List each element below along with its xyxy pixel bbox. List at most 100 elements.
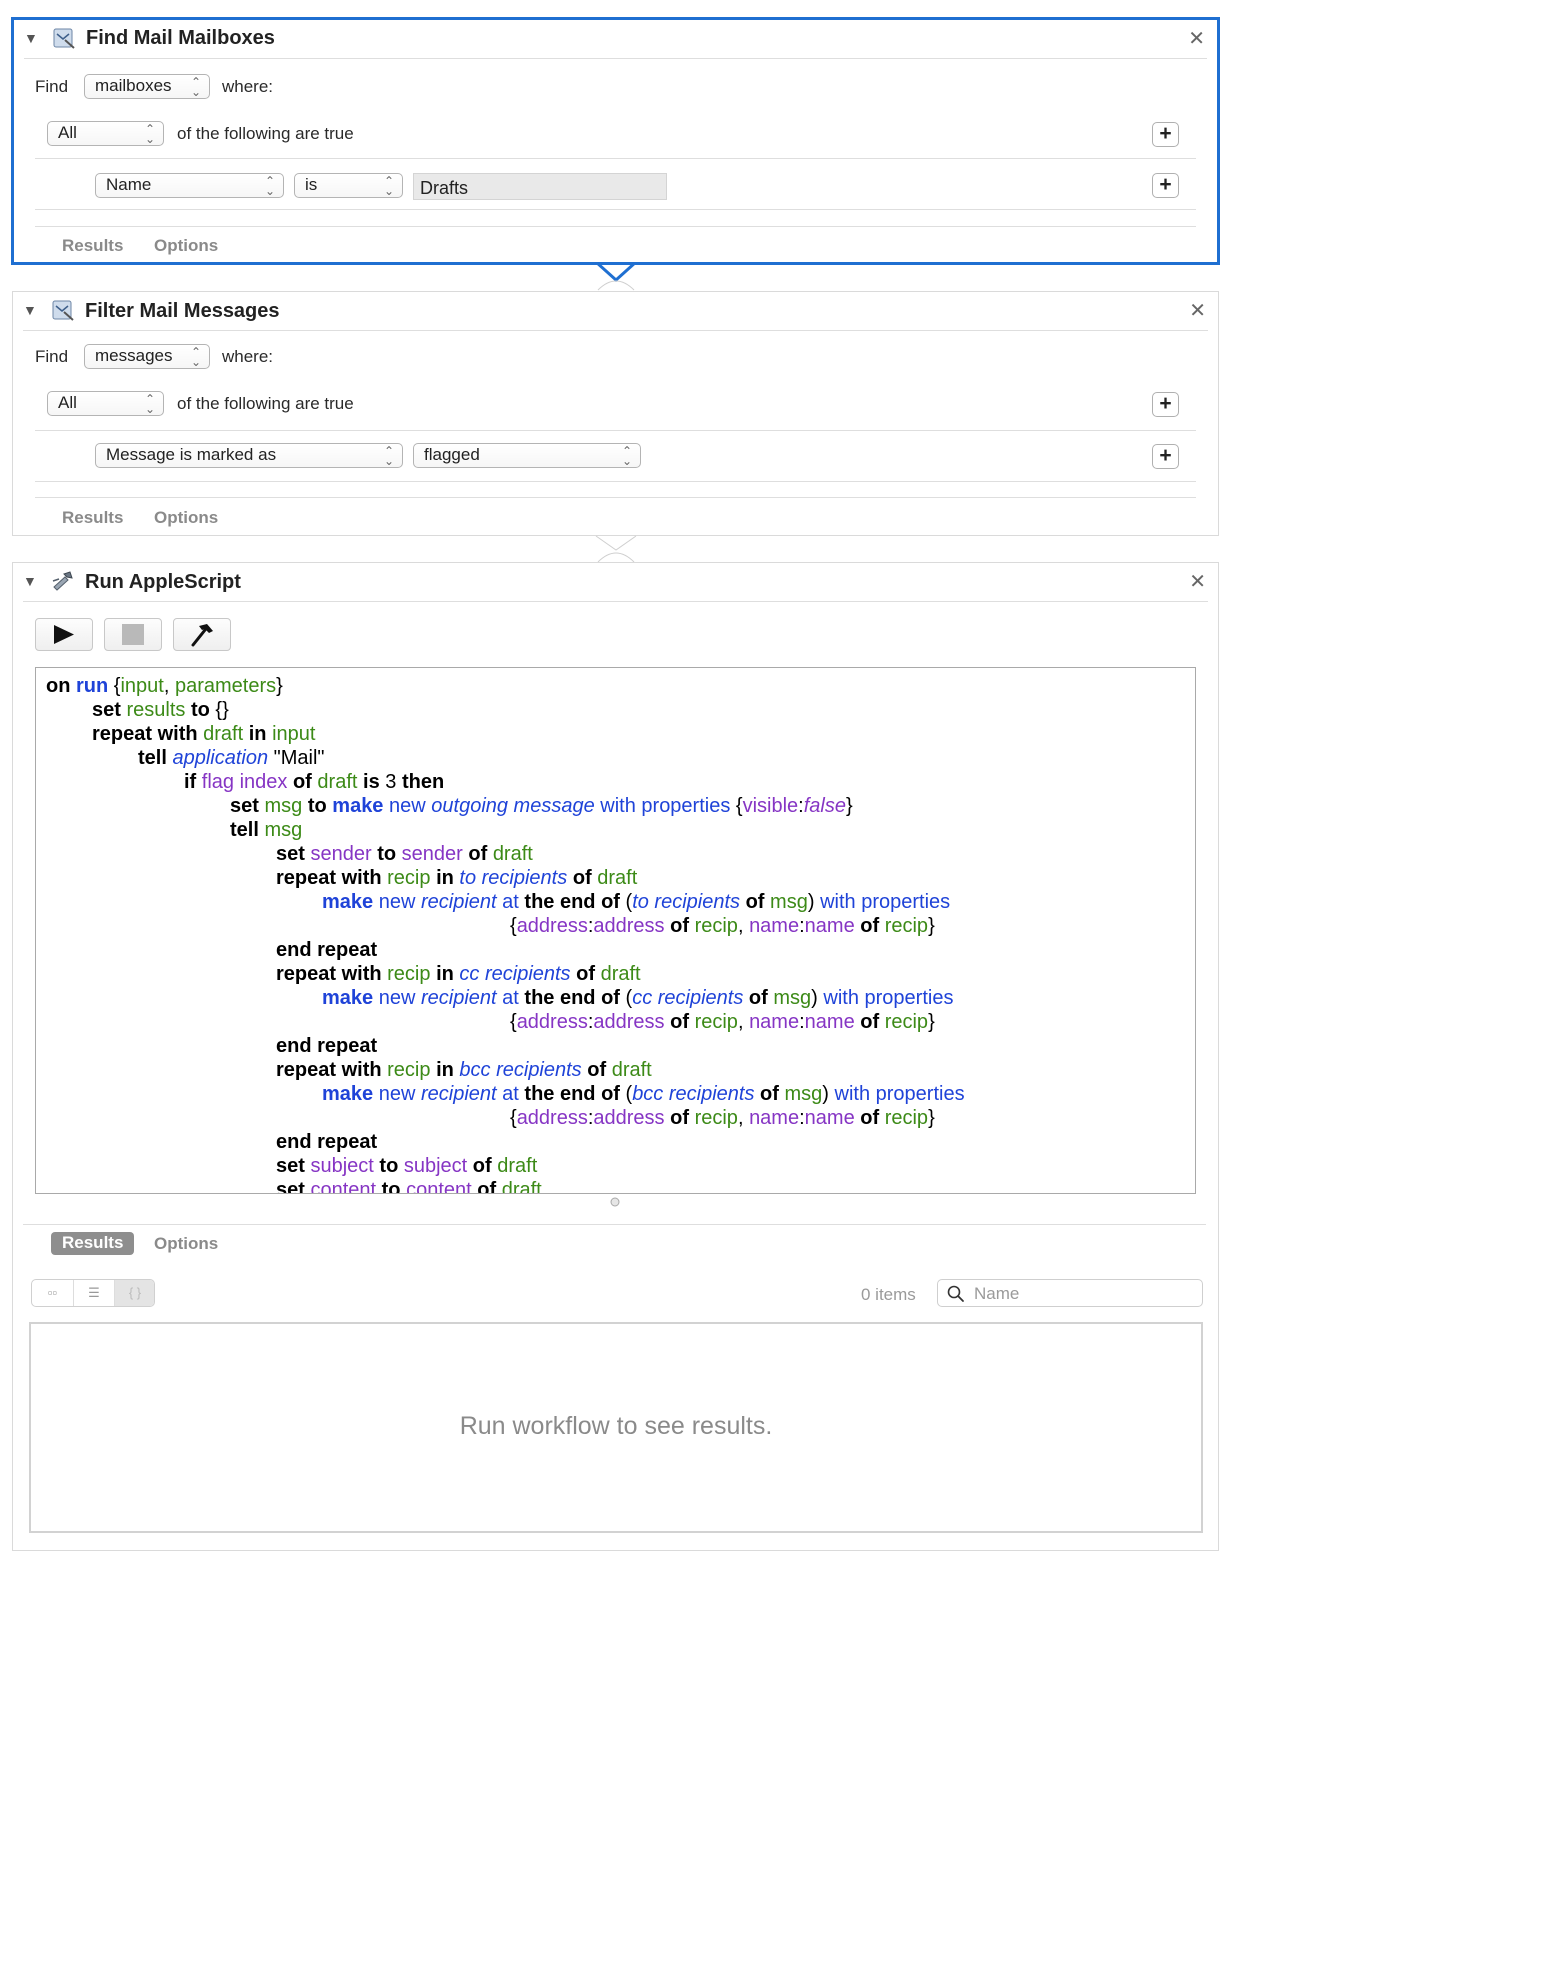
- run-button[interactable]: [35, 618, 93, 651]
- criteria-field-popup[interactable]: Message is marked as ⌃ ⌄: [95, 443, 403, 468]
- tab-options[interactable]: Options: [154, 508, 218, 528]
- match-popup[interactable]: All ⌃ ⌄: [47, 391, 164, 416]
- icon-view-button[interactable]: ▫▫: [32, 1280, 73, 1306]
- disclosure-triangle-icon[interactable]: ▼: [23, 302, 37, 318]
- code-line: set content to content of draft: [276, 1179, 542, 1194]
- code-line: {address:address of recip, name:name of …: [510, 915, 935, 937]
- code-line: end repeat: [276, 1131, 378, 1153]
- code-line: repeat with recip in bcc recipients of d…: [276, 1059, 652, 1081]
- divider: [35, 430, 1196, 431]
- data-flow-connector: [594, 262, 638, 291]
- code-line: repeat with recip in to recipients of dr…: [276, 867, 638, 889]
- find-label: Find: [35, 77, 69, 96]
- divider: [35, 209, 1196, 210]
- disclosure-triangle-icon[interactable]: ▼: [24, 30, 38, 46]
- resize-handle-icon[interactable]: [610, 1197, 620, 1207]
- code-line: repeat with recip in cc recipients of dr…: [276, 963, 641, 985]
- criteria-value: flagged: [424, 445, 480, 464]
- divider: [23, 330, 1208, 331]
- code-line: if flag index of draft is 3 then: [184, 771, 445, 793]
- hammer-icon: [191, 624, 213, 647]
- action-find-mail-mailboxes[interactable]: ▼ Find Mail Mailboxes ✕ Find mailboxes ⌃…: [11, 17, 1220, 265]
- find-label: Find: [35, 347, 69, 366]
- criteria-operator-value: is: [305, 175, 318, 194]
- add-criteria-button[interactable]: +: [1152, 173, 1179, 198]
- search-icon: [947, 1285, 964, 1302]
- criteria-value-field[interactable]: Drafts: [413, 173, 667, 200]
- chevron-updown-icon: ⌃ ⌄: [144, 122, 155, 146]
- code-line: {address:address of recip, name:name of …: [510, 1011, 935, 1033]
- chevron-updown-icon: ⌃ ⌄: [383, 444, 394, 468]
- code-line: end repeat: [276, 939, 378, 961]
- code-line: on run {input, parameters}: [46, 675, 283, 697]
- match-popup[interactable]: All ⌃ ⌄: [47, 121, 164, 146]
- tab-options[interactable]: Options: [154, 236, 218, 256]
- stop-icon: [122, 624, 144, 645]
- divider: [23, 601, 1208, 602]
- chevron-updown-icon: ⌃ ⌄: [144, 392, 155, 416]
- action-title: Filter Mail Messages: [85, 300, 280, 322]
- chevron-updown-icon: ⌃ ⌄: [383, 174, 394, 198]
- compile-button[interactable]: [173, 618, 231, 651]
- mail-app-icon: [52, 300, 74, 321]
- chevron-updown-icon: ⌃ ⌄: [264, 174, 275, 198]
- code-view-button[interactable]: { }: [114, 1280, 154, 1306]
- divider: [35, 226, 1196, 227]
- match-value: All: [58, 123, 77, 142]
- criteria-operator-popup[interactable]: is ⌃ ⌄: [294, 173, 403, 198]
- add-criteria-button[interactable]: +: [1152, 444, 1179, 469]
- disclosure-triangle-icon[interactable]: ▼: [23, 573, 37, 589]
- add-criteria-button[interactable]: +: [1152, 392, 1179, 417]
- find-type-popup[interactable]: mailboxes ⌃ ⌄: [84, 74, 210, 99]
- tab-options[interactable]: Options: [154, 1234, 218, 1254]
- code-line: make new recipient at the end of (to rec…: [322, 891, 951, 913]
- close-icon[interactable]: ✕: [1189, 569, 1206, 594]
- criteria-value-popup[interactable]: flagged ⌃ ⌄: [413, 443, 641, 468]
- action-title: Find Mail Mailboxes: [86, 27, 275, 49]
- code-line: end repeat: [276, 1035, 378, 1057]
- action-run-applescript[interactable]: ▼ Run AppleScript ✕ on run {input, param…: [12, 562, 1219, 1551]
- divider: [35, 481, 1196, 482]
- tab-results[interactable]: Results: [51, 1232, 135, 1255]
- match-text: of the following are true: [177, 394, 354, 413]
- close-icon[interactable]: ✕: [1188, 26, 1205, 51]
- divider: [24, 58, 1207, 59]
- divider: [23, 1224, 1206, 1225]
- tab-results[interactable]: Results: [62, 508, 123, 528]
- divider: [35, 158, 1196, 159]
- code-line: make new recipient at the end of (cc rec…: [322, 987, 954, 1009]
- search-field[interactable]: Name: [937, 1279, 1203, 1307]
- play-icon: [54, 625, 74, 644]
- match-value: All: [58, 393, 77, 412]
- criteria-field-value: Message is marked as: [106, 445, 277, 464]
- search-placeholder: Name: [974, 1284, 1020, 1303]
- empty-results-message: Run workflow to see results.: [459, 1412, 773, 1440]
- action-filter-mail-messages[interactable]: ▼ Filter Mail Messages ✕ Find messages ⌃…: [12, 291, 1219, 536]
- action-header: ▼ Filter Mail Messages ✕: [13, 292, 1218, 330]
- find-type-value: messages: [95, 346, 173, 365]
- find-type-value: mailboxes: [95, 76, 172, 95]
- tab-results[interactable]: Results: [62, 236, 123, 256]
- code-line: set results to {}: [92, 699, 229, 721]
- find-type-popup[interactable]: messages ⌃ ⌄: [84, 344, 210, 369]
- chevron-updown-icon: ⌃ ⌄: [190, 75, 201, 99]
- list-view-button[interactable]: ☰: [73, 1280, 114, 1306]
- where-label: where:: [222, 347, 274, 366]
- close-icon[interactable]: ✕: [1189, 298, 1206, 323]
- criteria-field-popup[interactable]: Name ⌃ ⌄: [95, 173, 284, 198]
- code-line: set msg to make new outgoing message wit…: [230, 795, 853, 817]
- divider: [35, 497, 1196, 498]
- results-view: Run workflow to see results.: [29, 1322, 1203, 1533]
- mail-app-icon: [53, 28, 75, 49]
- script-editor[interactable]: on run {input, parameters} set results t…: [35, 667, 1196, 1194]
- code-line: repeat with draft in input: [92, 723, 316, 745]
- action-header: ▼ Find Mail Mailboxes ✕: [14, 20, 1217, 58]
- add-criteria-button[interactable]: +: [1152, 122, 1179, 147]
- action-title: Run AppleScript: [85, 571, 241, 593]
- chevron-updown-icon: ⌃ ⌄: [621, 444, 632, 468]
- view-mode-segmented-control[interactable]: ▫▫ ☰ { }: [31, 1279, 155, 1307]
- stop-button[interactable]: [104, 618, 162, 651]
- chevron-updown-icon: ⌃ ⌄: [190, 345, 201, 369]
- items-count: 0 items: [861, 1285, 916, 1304]
- code-line: {address:address of recip, name:name of …: [510, 1107, 935, 1129]
